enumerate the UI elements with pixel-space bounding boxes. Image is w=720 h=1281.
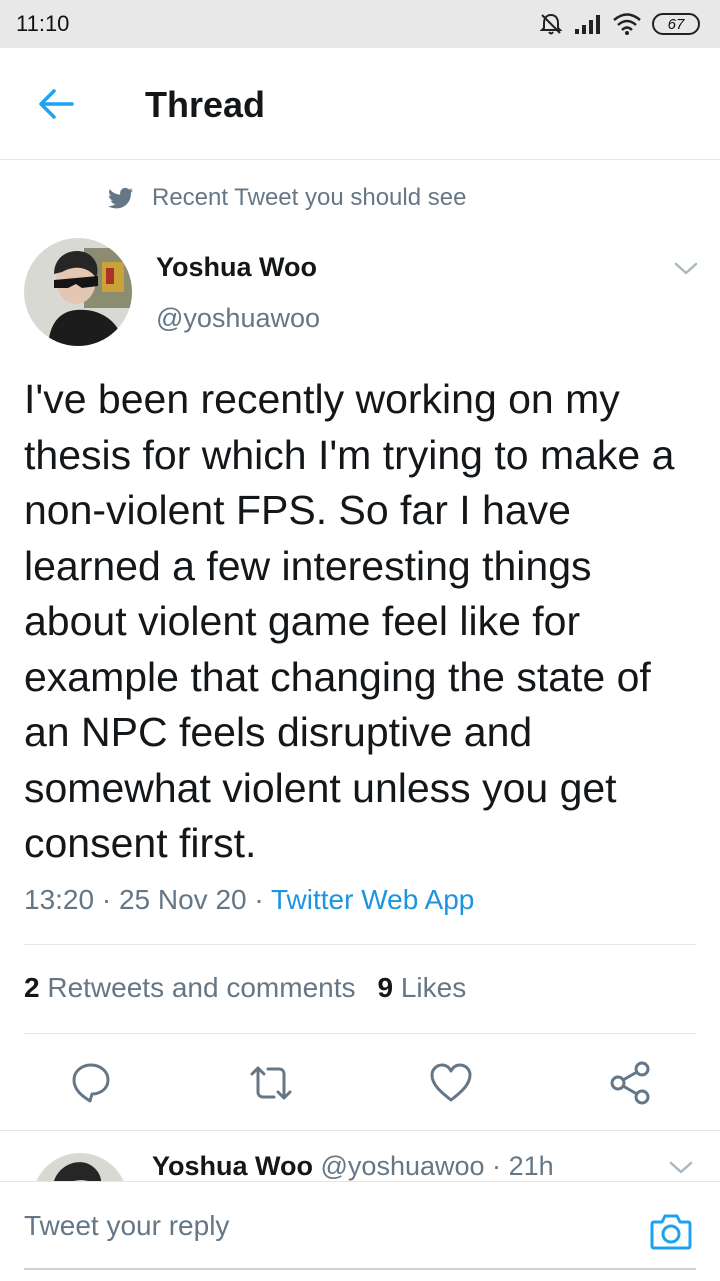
recommendation-context: Recent Tweet you should see bbox=[108, 184, 466, 212]
input-underline bbox=[24, 1268, 696, 1270]
likes-stat[interactable]: 9 Likes bbox=[378, 972, 467, 1003]
chevron-down-icon[interactable] bbox=[672, 256, 700, 280]
meta-separator: · bbox=[492, 1151, 502, 1181]
back-arrow-icon[interactable] bbox=[36, 86, 76, 122]
reply-author: Yoshua Woo @yoshuawoo · 21h bbox=[152, 1151, 554, 1181]
meta-separator: · bbox=[101, 884, 112, 915]
retweets-count: 2 bbox=[24, 972, 40, 1003]
context-label: Recent Tweet you should see bbox=[152, 184, 467, 211]
retweet-icon[interactable] bbox=[248, 1060, 294, 1106]
wifi-icon bbox=[613, 13, 641, 35]
retweets-stat[interactable]: 2 Retweets and comments bbox=[24, 972, 356, 1003]
tweet-date: 25 Nov 20 bbox=[118, 884, 247, 915]
meta-separator: · bbox=[254, 884, 264, 915]
reply-author-name[interactable]: Yoshua Woo bbox=[152, 1151, 313, 1181]
reply-icon[interactable] bbox=[68, 1060, 114, 1106]
page-title: Thread bbox=[145, 84, 266, 125]
avatar[interactable] bbox=[24, 238, 132, 346]
signal-icon bbox=[575, 15, 600, 34]
tweet-source-link[interactable]: Twitter Web App bbox=[271, 884, 474, 915]
tweet-time: 13:20 bbox=[24, 884, 95, 915]
battery-icon: 67 bbox=[652, 13, 700, 35]
status-icons: 67 bbox=[538, 11, 700, 37]
reply-author-handle[interactable]: @yoshuawoo bbox=[321, 1151, 485, 1181]
retweets-label: Retweets and comments bbox=[47, 972, 356, 1003]
camera-icon[interactable] bbox=[650, 1212, 692, 1250]
avatar[interactable] bbox=[32, 1153, 128, 1181]
tweet-actions bbox=[0, 1040, 720, 1126]
reply-composer bbox=[0, 1181, 720, 1281]
reply-time: 21h bbox=[508, 1151, 554, 1181]
reply-tweet[interactable]: Yoshua Woo @yoshuawoo · 21h bbox=[0, 1131, 720, 1181]
likes-label: Likes bbox=[400, 972, 467, 1003]
likes-count: 9 bbox=[377, 972, 394, 1003]
share-icon[interactable] bbox=[608, 1060, 654, 1106]
like-icon[interactable] bbox=[428, 1060, 474, 1106]
status-bar: 11:10 67 bbox=[0, 0, 720, 48]
alarm-off-icon bbox=[539, 13, 563, 35]
twitter-bird-icon bbox=[108, 187, 133, 209]
author-name[interactable]: Yoshua Woo bbox=[156, 252, 317, 283]
reply-input[interactable] bbox=[24, 1198, 614, 1254]
tweet-text: I've been recently working on my thesis … bbox=[24, 376, 675, 866]
header: Thread bbox=[0, 48, 720, 160]
tweet-meta: 13:20 · 25 Nov 20 · Twitter Web App bbox=[24, 884, 474, 916]
author-handle[interactable]: @yoshuawoo bbox=[156, 303, 320, 334]
status-time: 11:10 bbox=[16, 11, 70, 36]
divider bbox=[24, 944, 696, 945]
chevron-down-icon[interactable] bbox=[668, 1157, 694, 1177]
divider bbox=[24, 1033, 696, 1034]
tweet-stats: 2 Retweets and comments 9 Likes bbox=[24, 972, 466, 1004]
